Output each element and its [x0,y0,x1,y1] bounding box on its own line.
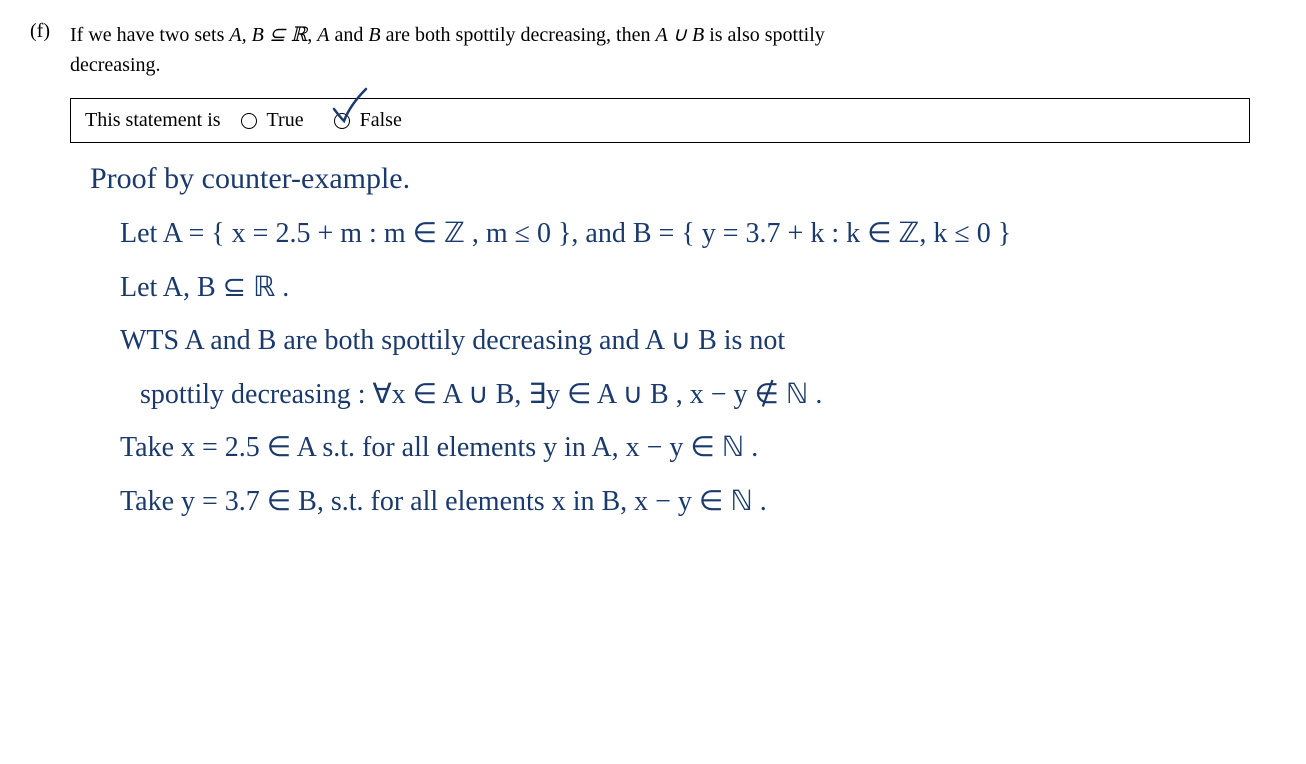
answer-prompt: This statement is [85,109,221,132]
text-segment: is also spottily [704,24,825,46]
radio-option-true[interactable]: True [241,109,304,132]
proof-line: Proof by counter-example. [90,153,1276,204]
option-label: False [360,109,402,132]
radio-option-false[interactable]: False [334,109,402,132]
radio-circle-icon [334,113,350,129]
problem-statement: If we have two sets A, B ⊆ ℝ, A and B ar… [70,20,825,80]
text-segment: , [307,24,317,46]
problem-label: (f) [30,20,60,43]
answer-box: This statement is True False [70,98,1250,143]
math-expr: A, B ⊆ ℝ [229,24,307,46]
math-expr: B [368,24,380,46]
proof-line: spottily decreasing : ∀x ∈ A ∪ B, ∃y ∈ A… [140,371,1276,419]
option-label: True [267,109,304,132]
proof-line: Take y = 3.7 ∈ B, s.t. for all elements … [120,478,1276,526]
proof-line: Let A, B ⊆ ℝ . [120,264,1276,312]
proof-line: WTS A and B are both spottily decreasing… [120,317,1276,365]
problem-header: (f) If we have two sets A, B ⊆ ℝ, A and … [30,20,1276,80]
math-expr: A [317,24,329,46]
proof-handwritten: Proof by counter-example. Let A = { x = … [90,153,1276,526]
proof-line: Let A = { x = 2.5 + m : m ∈ ℤ , m ≤ 0 },… [120,210,1276,258]
text-segment: If we have two sets [70,24,229,46]
radio-circle-icon [241,113,257,129]
proof-line: Take x = 2.5 ∈ A s.t. for all elements y… [120,424,1276,472]
text-segment: and [329,24,368,46]
text-segment: decreasing. [70,54,161,76]
text-segment: are both spottily decreasing, then [381,24,656,46]
math-expr: A ∪ B [655,24,704,46]
